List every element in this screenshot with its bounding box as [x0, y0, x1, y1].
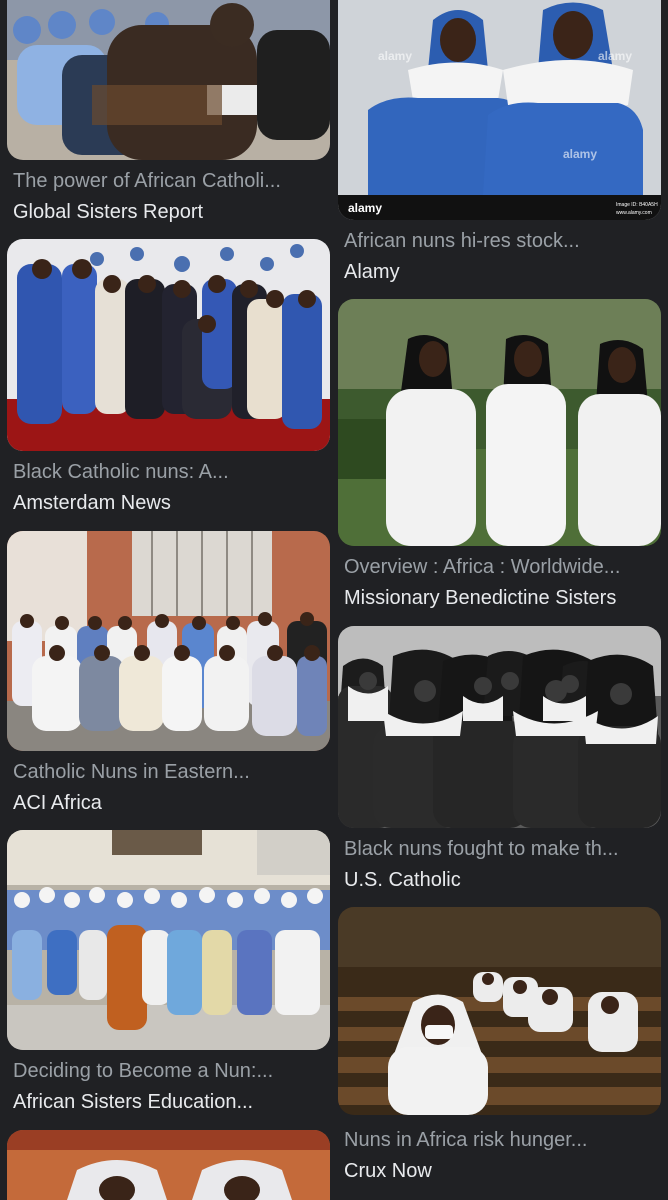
alamy-image-id: Image ID: B40A5H	[616, 202, 658, 208]
result-card[interactable]	[7, 1130, 330, 1200]
result-thumbnail[interactable]	[7, 0, 330, 160]
watermark-text: alamy	[378, 49, 412, 63]
result-title[interactable]: African nuns hi-res stock...	[344, 229, 661, 253]
result-thumbnail[interactable]	[7, 531, 330, 751]
result-card[interactable]: Black Catholic nuns: A... Amsterdam News	[7, 239, 330, 519]
result-source[interactable]: Missionary Benedictine Sisters	[344, 586, 661, 610]
result-thumbnail[interactable]	[7, 1130, 330, 1200]
result-card[interactable]: Black nuns fought to make th... U.S. Cat…	[338, 626, 661, 896]
result-card[interactable]: Deciding to Become a Nun:... African Sis…	[7, 830, 330, 1120]
alamy-banner-logo: alamy	[348, 201, 382, 215]
result-card[interactable]: alamy alamy alamy alamy Image ID: B40A5H…	[338, 0, 661, 290]
result-title[interactable]: Catholic Nuns in Eastern...	[13, 760, 330, 784]
image-results-grid: The power of African Catholi... Global S…	[0, 0, 668, 1200]
result-thumbnail[interactable]	[338, 299, 661, 546]
result-source[interactable]: ACI Africa	[13, 791, 330, 815]
result-card[interactable]: Nuns in Africa risk hunger... Crux Now	[338, 907, 661, 1187]
result-thumbnail[interactable]: alamy alamy alamy alamy Image ID: B40A5H…	[338, 0, 661, 220]
result-title[interactable]: Black Catholic nuns: A...	[13, 460, 330, 484]
result-thumbnail[interactable]	[338, 907, 661, 1115]
result-thumbnail[interactable]	[338, 626, 661, 828]
result-title[interactable]: Black nuns fought to make th...	[344, 837, 661, 861]
result-source[interactable]: U.S. Catholic	[344, 868, 661, 892]
result-thumbnail[interactable]	[7, 239, 330, 451]
result-card[interactable]: Overview : Africa : Worldwide... Mission…	[338, 299, 661, 619]
result-source[interactable]: African Sisters Education...	[13, 1090, 330, 1114]
result-source[interactable]: Crux Now	[344, 1159, 661, 1183]
alamy-site: www.alamy.com	[616, 210, 652, 216]
result-source[interactable]: Amsterdam News	[13, 491, 330, 515]
result-card[interactable]: The power of African Catholi... Global S…	[7, 0, 330, 230]
result-title[interactable]: The power of African Catholi...	[13, 169, 330, 193]
result-thumbnail[interactable]	[7, 830, 330, 1050]
result-title[interactable]: Deciding to Become a Nun:...	[13, 1059, 330, 1083]
watermark-text: alamy	[598, 49, 632, 63]
result-source[interactable]: Alamy	[344, 260, 661, 284]
result-title[interactable]: Overview : Africa : Worldwide...	[344, 555, 661, 579]
result-card[interactable]: Catholic Nuns in Eastern... ACI Africa	[7, 531, 330, 821]
watermark-text: alamy	[563, 147, 597, 161]
result-title[interactable]: Nuns in Africa risk hunger...	[344, 1128, 661, 1152]
result-source[interactable]: Global Sisters Report	[13, 200, 330, 224]
